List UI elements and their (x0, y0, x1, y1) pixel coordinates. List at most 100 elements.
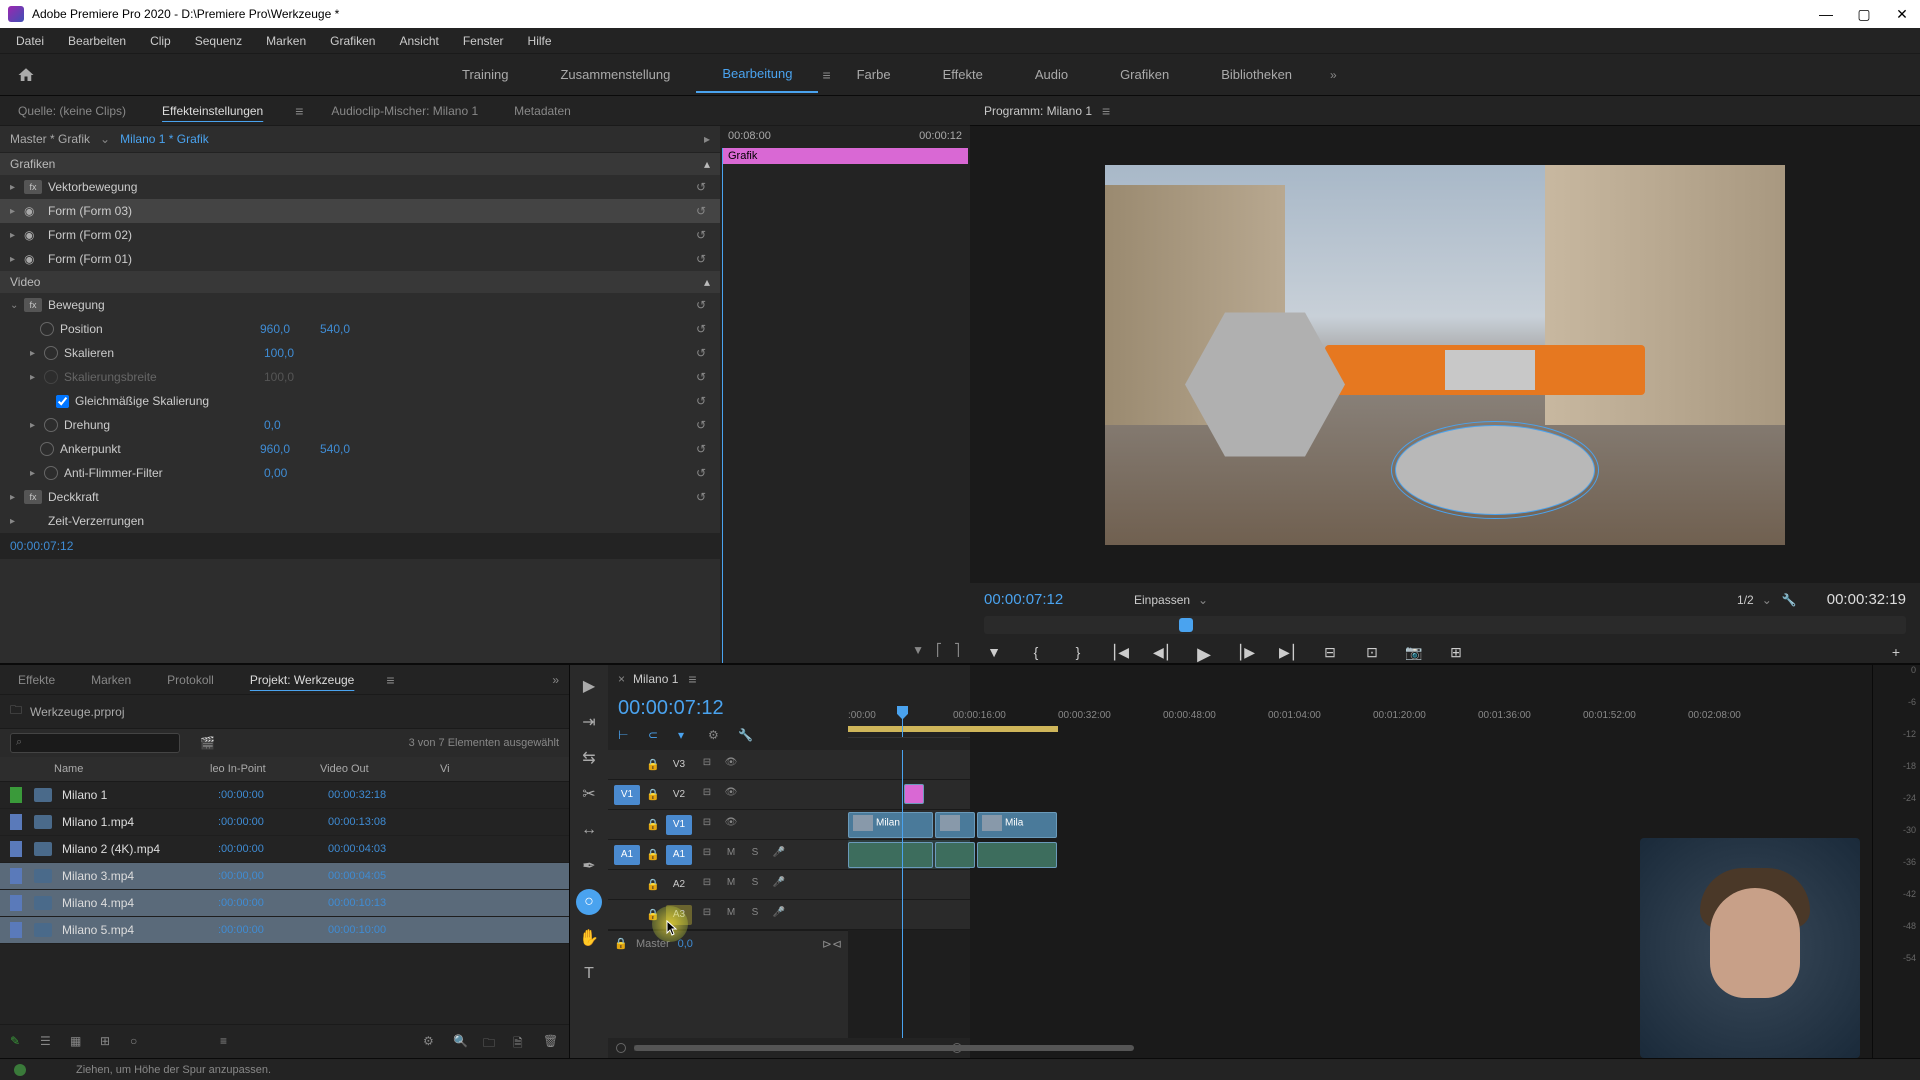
twirl-icon[interactable]: ▸ (30, 420, 44, 431)
audio-clip2[interactable] (935, 842, 975, 868)
razor-tool[interactable]: ✂ (576, 781, 602, 807)
ellipse-shape-selected[interactable] (1395, 425, 1595, 515)
twirl-icon[interactable]: ▸ (10, 516, 24, 527)
menu-fenster[interactable]: Fenster (453, 31, 514, 51)
lock-icon[interactable]: 🔒 (646, 818, 660, 831)
ec-clip-label[interactable]: Milano 1 * Grafik (120, 132, 209, 146)
list-view-icon[interactable]: ☰ (40, 1034, 56, 1050)
col-outpoint[interactable]: Video Out (320, 763, 440, 775)
timeline-ruler[interactable]: :00:0000:00:16:0000:00:32:0000:00:48:000… (848, 706, 970, 738)
project-item-row[interactable]: Milano 2 (4K).mp4 :00:00:00 00:00:04:03 (0, 836, 569, 863)
audio-clip1[interactable] (848, 842, 933, 868)
lock-icon[interactable]: 🔒 (646, 758, 660, 771)
item-outpoint[interactable]: 00:00:04:03 (328, 843, 448, 855)
src-v1[interactable]: V1 (614, 785, 640, 805)
go-to-out-button[interactable]: ▶⎮ (1278, 644, 1298, 664)
workspace-effekte[interactable]: Effekte (917, 57, 1009, 92)
ec-playhead[interactable] (722, 148, 723, 663)
track-a2[interactable]: A2 (666, 875, 692, 895)
program-viewer[interactable] (970, 126, 1920, 583)
lift-button[interactable]: ⊟ (1320, 644, 1340, 664)
project-item-row[interactable]: Milano 4.mp4 :00:00:00 00:00:10:13 (0, 890, 569, 917)
project-panel-menu-icon[interactable]: ≡ (386, 672, 394, 688)
item-outpoint[interactable]: 00:00:32:18 (328, 789, 448, 801)
project-item-row[interactable]: Milano 5.mp4 :00:00:00 00:00:10:00 (0, 917, 569, 944)
position-y-value[interactable]: 540,0 (320, 322, 350, 336)
play-icon[interactable]: ▸ (704, 132, 710, 146)
clip-milano1[interactable]: Milan (848, 812, 933, 838)
track-a1[interactable]: A1 (666, 845, 692, 865)
button-editor-icon[interactable]: + (1886, 644, 1906, 664)
label-color[interactable] (10, 841, 22, 857)
eye-icon[interactable]: 👁 (722, 757, 740, 773)
freeform-view-icon[interactable]: ⊞ (100, 1034, 116, 1050)
workspace-bibliotheken[interactable]: Bibliotheken (1195, 57, 1318, 92)
solo-button[interactable]: S (746, 847, 764, 863)
timeline-content[interactable]: Milan Mila (848, 750, 970, 1038)
ec-master-label[interactable]: Master * Grafik (10, 132, 90, 146)
play-button[interactable]: ▶ (1194, 644, 1214, 664)
ripple-edit-tool[interactable]: ⇆ (576, 745, 602, 771)
menu-sequenz[interactable]: Sequenz (185, 31, 252, 51)
new-item-icon[interactable]: 🗎 (513, 1034, 529, 1050)
program-menu-icon[interactable]: ≡ (1102, 103, 1110, 119)
type-tool[interactable]: T (576, 961, 602, 987)
sync-lock-icon[interactable]: ⊟ (698, 757, 716, 773)
window-maximize-button[interactable]: ▢ (1854, 6, 1874, 23)
go-to-in-button[interactable]: ⎮◀ (1110, 644, 1130, 664)
tab-projekt[interactable]: Projekt: Werkzeuge (242, 667, 363, 693)
twirl-icon[interactable]: ▸ (10, 254, 24, 265)
item-inpoint[interactable]: :00:00:00 (218, 897, 328, 909)
audio-meters[interactable]: 0-6-12-18-24-30-36-42-48-54 (1872, 665, 1920, 1058)
timeline-menu-icon[interactable]: ≡ (688, 671, 696, 687)
chevron-down-icon[interactable]: ⌄ (100, 132, 110, 146)
settings-icon[interactable]: ⚙ (423, 1034, 439, 1050)
label-color[interactable] (10, 868, 22, 884)
anker-y-value[interactable]: 540,0 (320, 442, 350, 456)
slip-tool[interactable]: ↔ (576, 817, 602, 843)
sequence-name[interactable]: Milano 1 (633, 672, 678, 686)
program-scrubber[interactable] (984, 616, 1906, 634)
reset-icon[interactable]: ↺ (692, 180, 710, 194)
mute-button[interactable]: M (722, 847, 740, 863)
scrubber-handle[interactable] (1179, 618, 1193, 632)
workspace-overflow-icon[interactable]: » (1330, 68, 1337, 82)
reset-icon[interactable]: ↺ (692, 466, 710, 480)
col-inpoint[interactable]: leo In-Point (210, 763, 320, 775)
mute-button[interactable]: M (722, 907, 740, 923)
export-frame-button[interactable]: 📷 (1404, 644, 1424, 664)
window-minimize-button[interactable]: — (1816, 6, 1836, 23)
project-item-row[interactable]: Milano 1.mp4 :00:00:00 00:00:13:08 (0, 809, 569, 836)
menu-clip[interactable]: Clip (140, 31, 181, 51)
menu-grafiken[interactable]: Grafiken (320, 31, 385, 51)
anker-x-value[interactable]: 960,0 (260, 442, 290, 456)
voice-over-icon[interactable]: 🎤 (770, 877, 788, 893)
skalieren-value[interactable]: 100,0 (264, 346, 294, 360)
step-forward-button[interactable]: ⎮▶ (1236, 644, 1256, 664)
track-select-tool[interactable]: ⇥ (576, 709, 602, 735)
label-color[interactable] (10, 922, 22, 938)
item-inpoint[interactable]: :00:00:00 (218, 843, 328, 855)
workspace-bearbeitung[interactable]: Bearbeitung (696, 56, 818, 93)
fx-badge[interactable]: fx (24, 180, 42, 194)
home-icon[interactable] (16, 66, 36, 84)
twirl-icon[interactable]: ⌄ (10, 300, 24, 311)
twirl-icon[interactable]: ▸ (30, 468, 44, 479)
solo-button[interactable]: S (746, 907, 764, 923)
menu-ansicht[interactable]: Ansicht (389, 31, 448, 51)
ec-grafik-bar[interactable]: Grafik (722, 148, 968, 164)
fx-badge[interactable]: fx (24, 298, 42, 312)
menu-hilfe[interactable]: Hilfe (518, 31, 562, 51)
ec-form01[interactable]: Form (Form 01) (48, 252, 248, 266)
mark-in-button[interactable]: { (1026, 644, 1046, 664)
step-back-button[interactable]: ◀⎮ (1152, 644, 1172, 664)
keyframe-toggle[interactable] (44, 418, 58, 432)
twirl-icon[interactable]: ▸ (10, 182, 24, 193)
reset-icon[interactable]: ↺ (692, 252, 710, 266)
reset-icon[interactable]: ↺ (692, 370, 710, 384)
voice-over-icon[interactable]: 🎤 (770, 847, 788, 863)
zoom-icon[interactable]: ○ (130, 1034, 146, 1050)
label-color[interactable] (10, 787, 22, 803)
workspace-menu-icon[interactable]: ≡ (822, 67, 830, 83)
twirl-icon[interactable]: ▸ (10, 230, 24, 241)
